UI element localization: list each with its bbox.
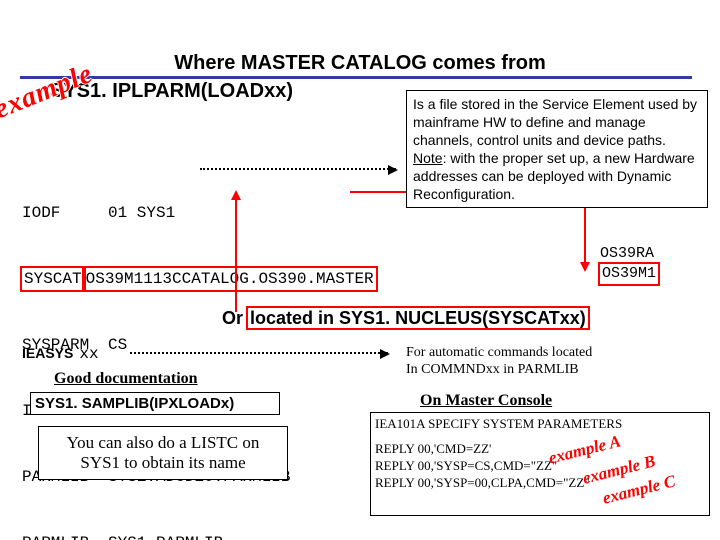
slide: Where MASTER CATALOG comes from SYS1. IP…	[0, 0, 720, 540]
auto-cmd-1: For automatic commands located	[406, 344, 696, 361]
page-title: Where MASTER CATALOG comes from	[0, 52, 720, 75]
listc-box: You can also do a LISTC on SYS1 to obtai…	[38, 426, 288, 480]
ipl-val-syscat: OS39M1113CCATALOG.OS390.MASTER	[84, 268, 376, 290]
arrow-or-up-stem	[235, 198, 237, 312]
title-rule	[20, 76, 692, 79]
or-line: Or located in SYS1. NUCLEUS(SYSCATxx)	[222, 308, 588, 329]
mc-reply-1: REPLY 00,'SYSP=CS,CMD="ZZ"	[375, 457, 705, 474]
ipl-key: IODF	[22, 202, 108, 224]
os39-list: OS39RA OS39M1	[600, 244, 658, 284]
mc-reply-0: REPLY 00,'CMD=ZZ'	[375, 440, 705, 457]
ipl-row-syscat: SYSCATOS39M1113CCATALOG.OS390.MASTER	[22, 268, 344, 290]
arrow-or-up-head	[231, 190, 241, 200]
auto-cmd-text: For automatic commands located In COMMND…	[406, 344, 696, 378]
ieasys-label: IEASYS	[22, 345, 73, 361]
info1-note-label: Note	[413, 150, 443, 166]
info1-line2: : with the proper set up, a new Hardware…	[413, 150, 695, 202]
ipl-row: PARMLIBSYS1.PARMLIB	[22, 532, 344, 540]
good-doc: Good documentation	[54, 370, 198, 388]
info-box-iodf: Is a file stored in the Service Element …	[406, 90, 708, 208]
os39-m1: OS39M1	[600, 264, 658, 284]
master-console-box: IEA101A SPECIFY SYSTEM PARAMETERS REPLY …	[370, 412, 710, 516]
mc-reply-2: REPLY 00,'SYSP=00,CLPA,CMD="ZZ"	[375, 474, 705, 491]
ieasys-line: IEASYSxx	[22, 345, 99, 363]
or-word: Or	[222, 308, 243, 328]
info1-text: Is a file stored in the Service Element …	[413, 96, 697, 148]
or-rest: located in SYS1. NUCLEUS(SYSCATxx)	[248, 308, 588, 328]
os39-ra: OS39RA	[600, 244, 658, 264]
ipl-key-syscat: SYSCAT	[22, 268, 84, 290]
samplib-box: SYS1. SAMPLIB(IPXLOADx)	[30, 392, 280, 415]
ipl-val: 01 SYS1	[108, 202, 175, 224]
ipl-row-iodf: IODF01 SYS1	[22, 202, 344, 224]
arrow-iodf-to-info	[200, 168, 396, 170]
mc-header: IEA101A SPECIFY SYSTEM PARAMETERS	[375, 415, 705, 432]
auto-cmd-2: In COMMNDxx in PARMLIB	[406, 361, 696, 378]
arrow-ieasys-to-auto	[130, 352, 388, 354]
master-console-title: On Master Console	[420, 392, 552, 410]
arrow-syscat-head	[580, 262, 590, 272]
ieasys-xx: xx	[73, 345, 98, 363]
